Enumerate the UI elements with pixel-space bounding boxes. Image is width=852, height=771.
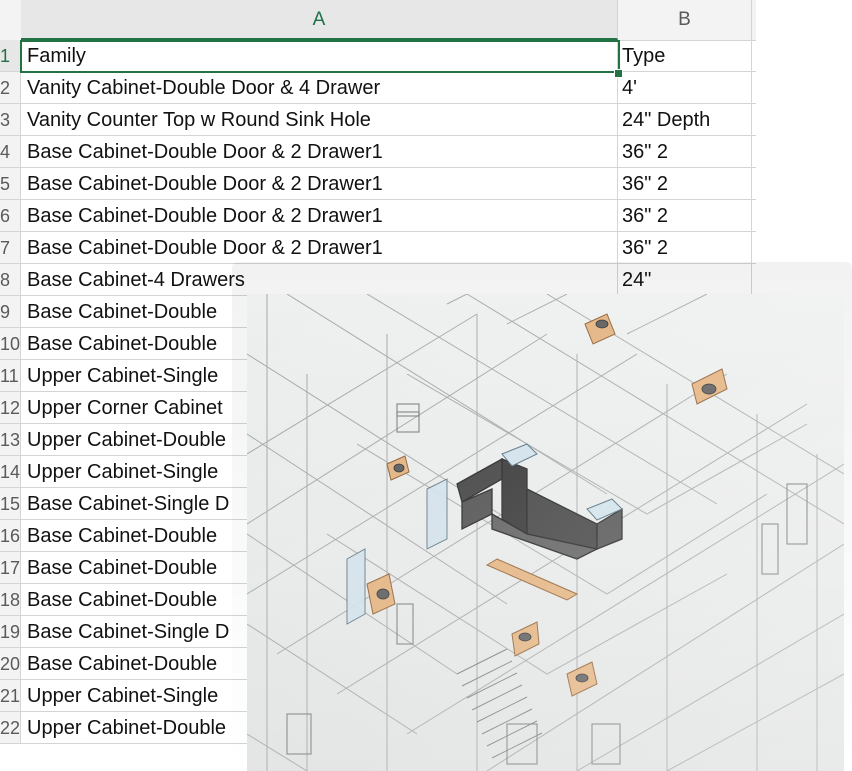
row-header[interactable]: 5 <box>0 168 21 200</box>
row-header[interactable]: 14 <box>0 456 21 488</box>
row-header[interactable]: 8 <box>0 264 21 296</box>
row-header[interactable]: 22 <box>0 712 21 744</box>
cell-column-c[interactable] <box>752 200 756 232</box>
row-header[interactable]: 18 <box>0 584 21 616</box>
fill-handle[interactable] <box>614 69 623 78</box>
table-row: 6 Base Cabinet-Double Door & 2 Drawer1 36"… <box>0 200 756 232</box>
3d-model-drawing <box>247 294 844 771</box>
cell-type[interactable]: Type <box>618 40 752 72</box>
cell-family[interactable]: Vanity Cabinet-Double Door & 4 Drawer <box>21 72 618 104</box>
cell-family[interactable]: Vanity Counter Top w Round Sink Hole <box>21 104 618 136</box>
table-row: 2 Vanity Cabinet-Double Door & 4 Drawer 4' <box>0 72 756 104</box>
row-header[interactable]: 13 <box>0 424 21 456</box>
row-header[interactable]: 20 <box>0 648 21 680</box>
table-row: 1 Family Type <box>0 40 756 72</box>
table-row: 4 Base Cabinet-Double Door & 2 Drawer1 36"… <box>0 136 756 168</box>
column-header-a[interactable]: A <box>21 0 618 40</box>
column-header-b[interactable]: B <box>618 0 752 40</box>
row-header[interactable]: 12 <box>0 392 21 424</box>
column-header-c[interactable] <box>752 0 756 40</box>
row-header[interactable]: 17 <box>0 552 21 584</box>
cell-family[interactable]: Base Cabinet-Double Door & 2 Drawer1 <box>21 200 618 232</box>
table-row: 3 Vanity Counter Top w Round Sink Hole 24"… <box>0 104 756 136</box>
cell-type[interactable]: 36" 2 <box>618 232 752 264</box>
select-all-corner[interactable] <box>0 0 22 40</box>
cell-type[interactable]: 36" 2 <box>618 168 752 200</box>
table-row: 5 Base Cabinet-Double Door & 2 Drawer1 36"… <box>0 168 756 200</box>
table-row: 7 Base Cabinet-Double Door & 2 Drawer1 36"… <box>0 232 756 264</box>
cell-family[interactable]: Base Cabinet-Double Door & 2 Drawer1 <box>21 136 618 168</box>
cell-family[interactable]: Base Cabinet-Double Door & 2 Drawer1 <box>21 232 618 264</box>
row-header[interactable]: 16 <box>0 520 21 552</box>
row-header[interactable]: 1 <box>0 40 21 72</box>
row-header[interactable]: 4 <box>0 136 21 168</box>
column-header-row: A B <box>0 0 756 41</box>
cell-type[interactable]: 24" Depth <box>618 104 752 136</box>
row-header[interactable]: 2 <box>0 72 21 104</box>
row-header[interactable]: 15 <box>0 488 21 520</box>
row-header[interactable]: 21 <box>0 680 21 712</box>
cell-type[interactable]: 36" 2 <box>618 136 752 168</box>
cell-column-c[interactable] <box>752 40 756 72</box>
row-header[interactable]: 19 <box>0 616 21 648</box>
cell-column-c[interactable] <box>752 232 756 264</box>
cell-column-c[interactable] <box>752 72 756 104</box>
cell-family[interactable]: Family <box>21 40 618 72</box>
row-header[interactable]: 6 <box>0 200 21 232</box>
row-header[interactable]: 9 <box>0 296 21 328</box>
3d-model-image[interactable] <box>247 294 844 771</box>
cell-column-c[interactable] <box>752 168 756 200</box>
cell-column-c[interactable] <box>752 104 756 136</box>
row-header[interactable]: 11 <box>0 360 21 392</box>
row-header[interactable]: 3 <box>0 104 21 136</box>
cell-column-c[interactable] <box>752 136 756 168</box>
cell-type[interactable]: 36" 2 <box>618 200 752 232</box>
row-header[interactable]: 7 <box>0 232 21 264</box>
cell-type[interactable]: 4' <box>618 72 752 104</box>
cell-family[interactable]: Base Cabinet-Double Door & 2 Drawer1 <box>21 168 618 200</box>
row-header[interactable]: 10 <box>0 328 21 360</box>
